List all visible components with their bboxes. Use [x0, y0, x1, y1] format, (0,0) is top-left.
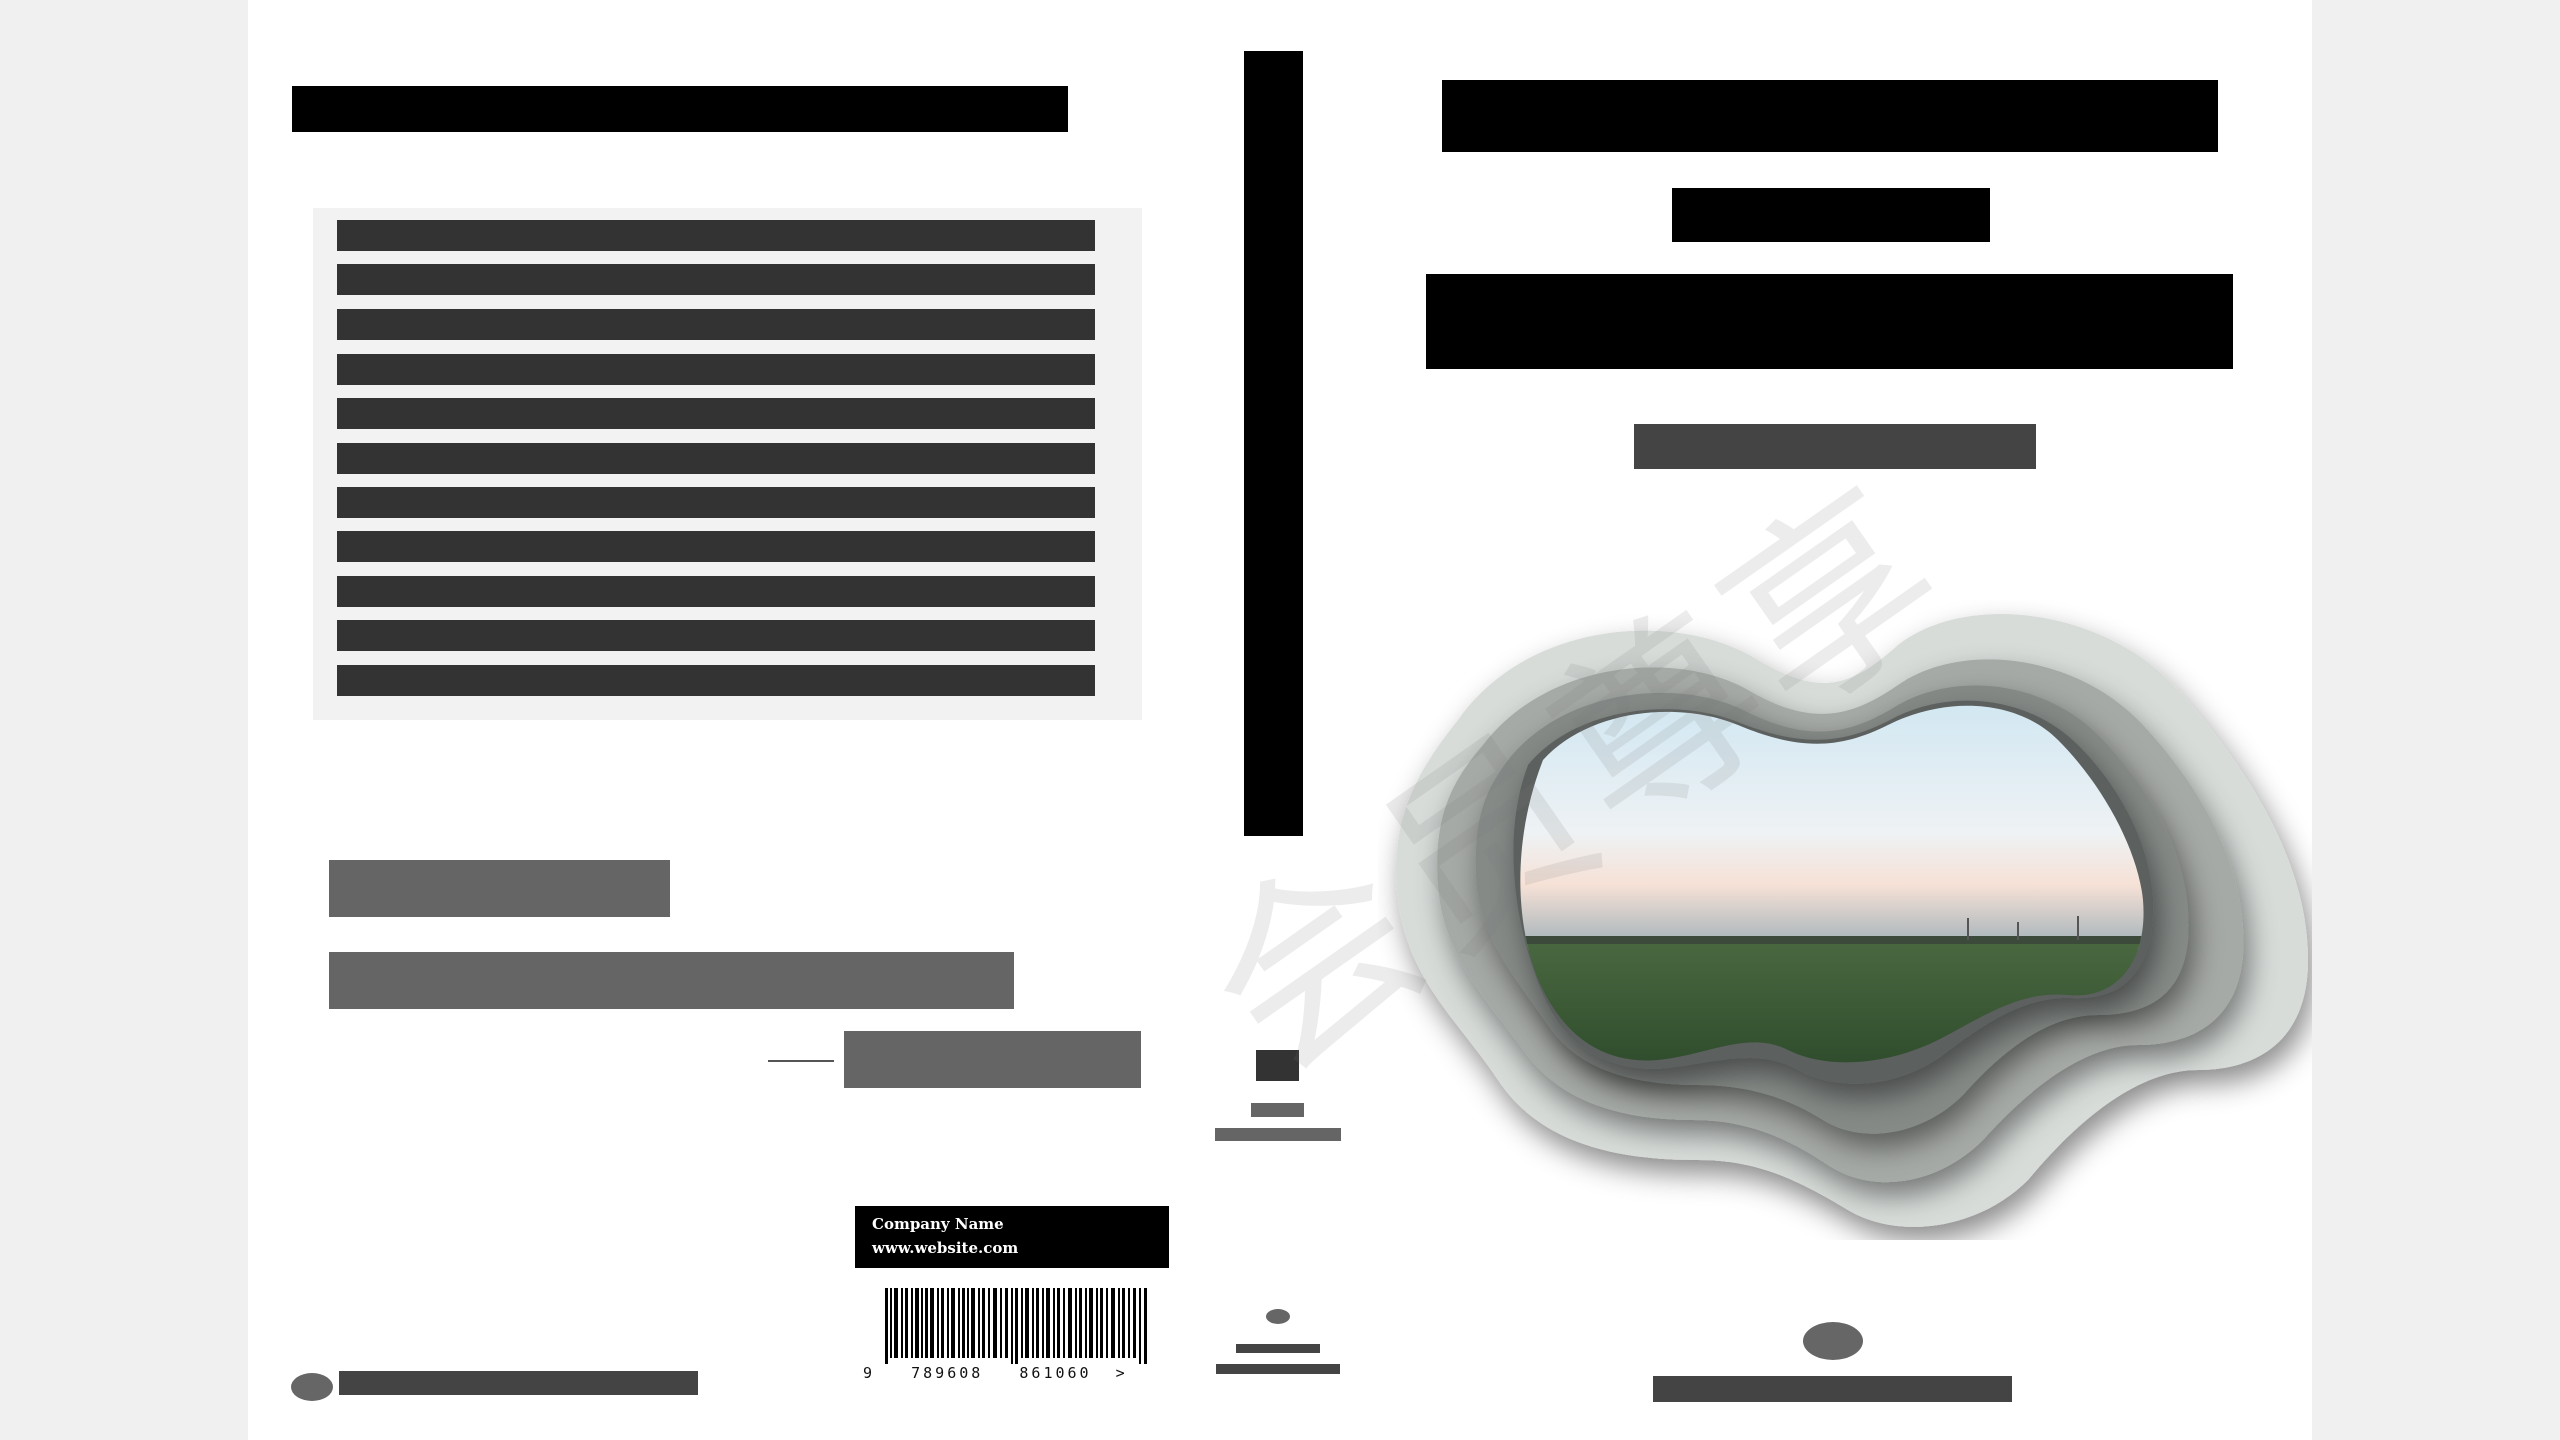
company-name: Company Name — [872, 1215, 1004, 1233]
spine-publisher-line — [1215, 1128, 1341, 1141]
blurb-line — [337, 665, 1095, 696]
blurb-line — [337, 309, 1095, 340]
publisher-logo-dot — [291, 1373, 333, 1401]
blurb-line — [337, 487, 1095, 518]
publisher-name-placeholder — [339, 1371, 698, 1395]
blurb-line — [337, 531, 1095, 562]
spine-title-placeholder — [1244, 51, 1303, 836]
front-publisher-dot — [1803, 1322, 1863, 1360]
back-blurb-panel — [313, 208, 1142, 720]
isbn-barcode: Company Name www.website.com 9 789608 86… — [855, 1206, 1169, 1392]
blurb-line — [337, 443, 1095, 474]
front-publisher-line — [1653, 1376, 2012, 1402]
company-website: www.website.com — [872, 1239, 1019, 1257]
blurb-line — [337, 620, 1095, 651]
field-landscape-cutout — [1396, 613, 2308, 1227]
blurb-line — [337, 576, 1095, 607]
front-author-placeholder — [1634, 424, 2036, 469]
spine-bottom-dot — [1266, 1309, 1290, 1324]
front-title-line-3 — [1426, 274, 2233, 369]
spine-bottom-line-2 — [1216, 1364, 1340, 1374]
barcode-icon — [885, 1288, 1147, 1364]
isbn-digits: 9 789608 861060 > — [863, 1364, 1128, 1382]
back-title-placeholder — [292, 86, 1068, 132]
blurb-line — [337, 264, 1095, 295]
spine-logo-line — [1251, 1103, 1304, 1117]
book-cover-spread: Company Name www.website.com 9 789608 86… — [248, 0, 2312, 1440]
barcode-label: Company Name www.website.com — [855, 1206, 1169, 1268]
blurb-line — [337, 354, 1095, 385]
blurb-line — [337, 220, 1095, 251]
front-title-line-2 — [1672, 188, 1990, 242]
front-title-line-1 — [1442, 80, 2218, 152]
blurb-line — [337, 398, 1095, 429]
spine-logo-square — [1256, 1050, 1299, 1081]
back-quote-line-1 — [329, 860, 670, 917]
spine-bottom-line-1 — [1236, 1344, 1320, 1353]
back-quote-author — [844, 1031, 1141, 1088]
quote-dash — [768, 1060, 834, 1062]
back-quote-line-2 — [329, 952, 1014, 1009]
